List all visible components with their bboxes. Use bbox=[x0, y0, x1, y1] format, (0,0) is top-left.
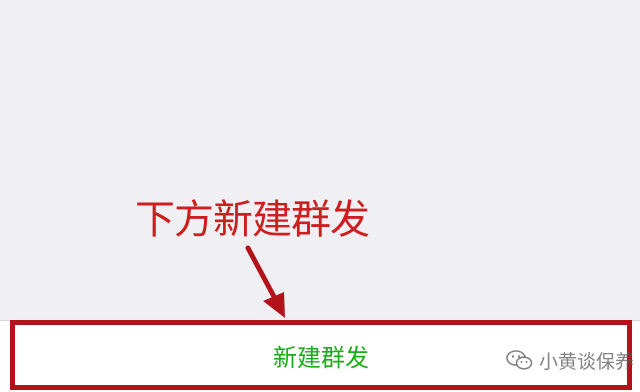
annotation-label: 下方新建群发 bbox=[135, 197, 370, 243]
watermark: 小黄谈保养 bbox=[505, 344, 634, 376]
wechat-icon bbox=[506, 350, 533, 370]
content-area bbox=[0, 0, 640, 320]
watermark-text: 小黄谈保养 bbox=[538, 350, 634, 373]
